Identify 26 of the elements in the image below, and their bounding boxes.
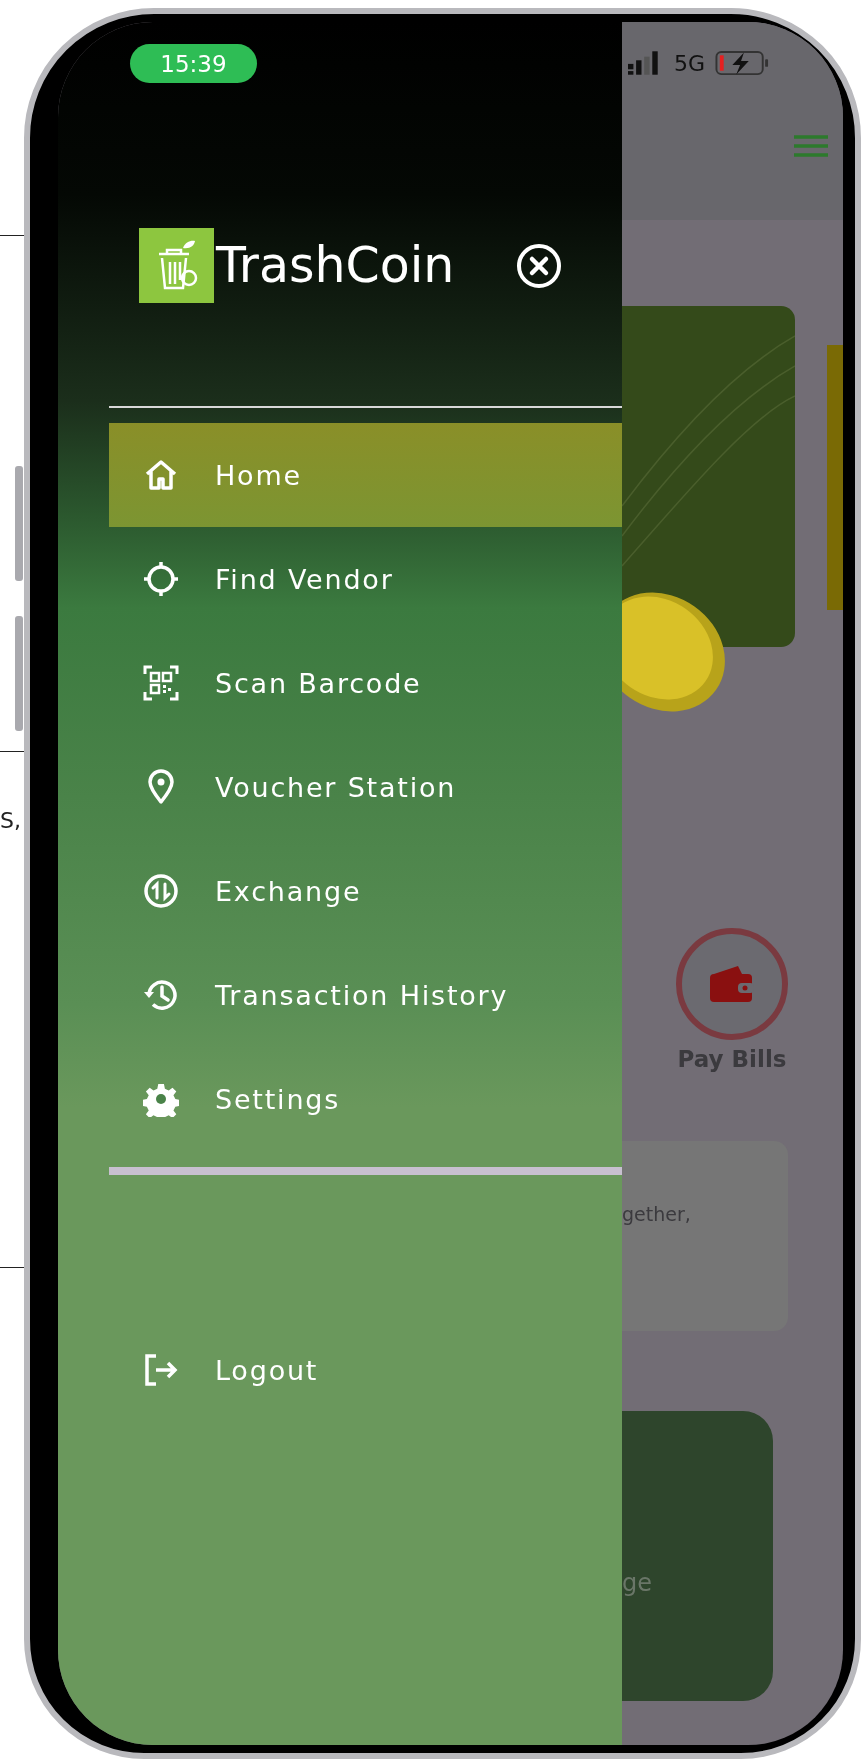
cut-off-text: S, <box>0 808 21 833</box>
status-time: 15:39 <box>130 44 257 83</box>
qr-code-icon <box>143 665 179 701</box>
battery-charging-icon <box>715 50 770 76</box>
exchange-icon <box>143 873 179 909</box>
settings-icon <box>143 1081 179 1117</box>
menu-icon[interactable] <box>794 134 828 158</box>
card-button-text: ge <box>622 1569 652 1597</box>
menu-item[interactable]: Transaction History <box>109 943 622 1047</box>
card-text: gether, <box>622 1203 691 1225</box>
menu-item[interactable]: Settings <box>109 1047 622 1151</box>
network-label: 5G <box>674 50 706 76</box>
history-icon <box>143 977 179 1013</box>
home-icon <box>143 457 179 493</box>
logout-icon <box>143 1352 179 1388</box>
logout-item[interactable]: Logout <box>109 1318 622 1422</box>
menu-item[interactable]: Scan Barcode <box>109 631 622 735</box>
menu-item[interactable]: Voucher Station <box>109 735 622 839</box>
crosshair-icon <box>143 561 179 597</box>
menu-item[interactable]: Exchange <box>109 839 622 943</box>
menu-item[interactable]: Find Vendor <box>109 527 622 631</box>
app-name: TrashCoin <box>216 237 455 294</box>
trash-bin-logo-icon <box>139 228 214 303</box>
pay-bills-label: Pay Bills <box>677 1046 787 1072</box>
close-icon[interactable] <box>516 242 563 289</box>
menu-item[interactable]: Home <box>109 423 622 527</box>
